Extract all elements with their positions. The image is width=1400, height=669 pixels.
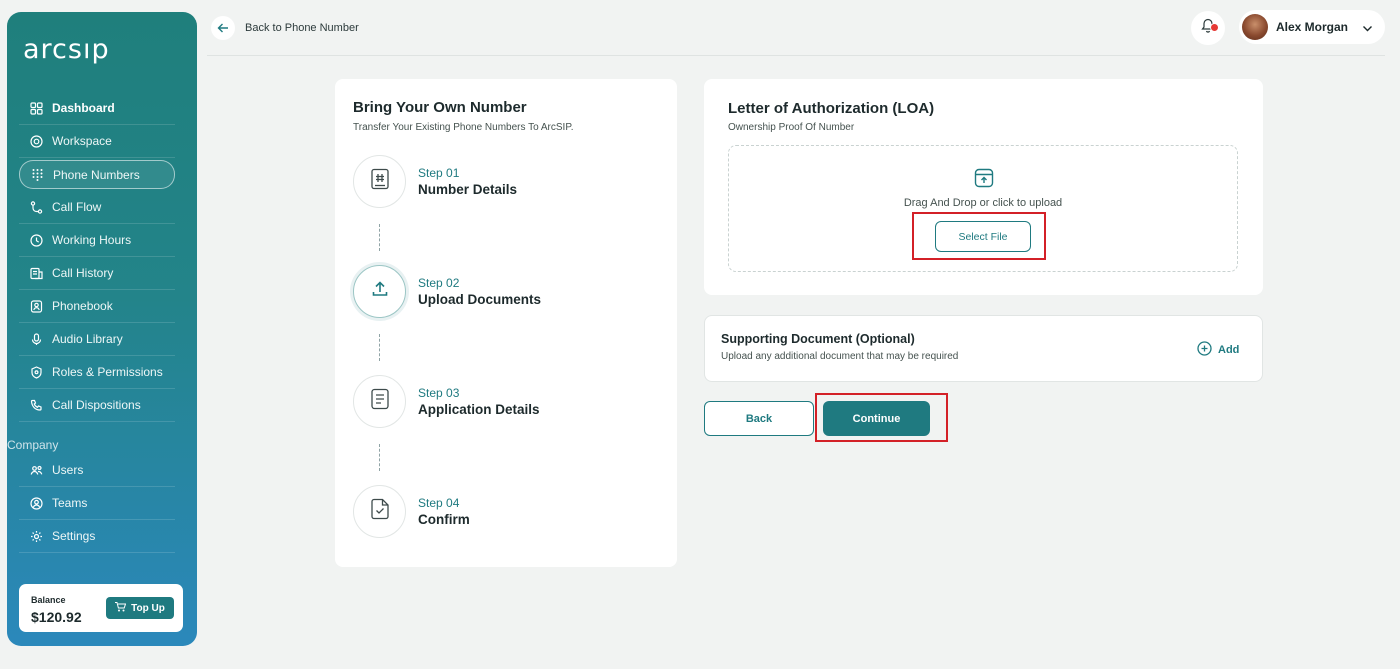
loa-title: Letter of Authorization (LOA) bbox=[728, 100, 935, 117]
loa-card: Letter of Authorization (LOA) Ownership … bbox=[704, 79, 1263, 295]
sidebar-item-label: Dashboard bbox=[52, 101, 115, 115]
shield-icon bbox=[29, 365, 43, 379]
workspace-icon bbox=[29, 134, 43, 148]
continue-highlight bbox=[815, 393, 948, 442]
upload-icon bbox=[371, 280, 389, 303]
sidebar-item-label: Call Flow bbox=[52, 200, 102, 214]
sidebar-item-dashboard[interactable]: Dashboard bbox=[19, 92, 175, 125]
top-up-label: Top Up bbox=[131, 602, 165, 614]
back-button[interactable]: Back bbox=[704, 401, 814, 436]
step-name: Confirm bbox=[418, 512, 470, 527]
dialpad-icon bbox=[30, 168, 44, 182]
dropzone-text: Drag And Drop or click to upload bbox=[903, 197, 1063, 209]
sidebar-item-call-dispositions[interactable]: Call Dispositions bbox=[19, 389, 175, 422]
hash-document-icon bbox=[370, 168, 390, 195]
dashboard-grid-icon bbox=[29, 101, 43, 115]
sidebar-item-call-flow[interactable]: Call Flow bbox=[19, 191, 175, 224]
sidebar-item-label: Call History bbox=[52, 266, 114, 280]
chevron-down-icon bbox=[1362, 21, 1373, 39]
sidebar-item-label: Teams bbox=[52, 496, 88, 510]
step-name: Upload Documents bbox=[418, 292, 542, 307]
sidebar-item-label: Call Dispositions bbox=[52, 398, 141, 412]
sidebar-item-label: Users bbox=[52, 463, 84, 477]
balance-label: Balance bbox=[31, 595, 66, 605]
plus-circle-icon bbox=[1197, 341, 1212, 359]
sidebar-item-label: Settings bbox=[52, 529, 96, 543]
notification-badge bbox=[1210, 23, 1219, 32]
top-up-button[interactable]: Top Up bbox=[106, 597, 174, 619]
flow-icon bbox=[29, 200, 43, 214]
step-circle bbox=[353, 155, 406, 208]
sidebar-item-label: Phone Numbers bbox=[53, 167, 140, 182]
sidebar-item-settings[interactable]: Settings bbox=[19, 520, 175, 553]
contact-book-icon bbox=[29, 299, 43, 313]
step-name: Application Details bbox=[418, 402, 540, 417]
loa-subtitle: Ownership Proof Of Number bbox=[728, 122, 855, 133]
step-name: Number Details bbox=[418, 182, 518, 197]
gear-icon bbox=[29, 529, 43, 543]
avatar bbox=[1242, 14, 1268, 40]
sidebar-item-working-hours[interactable]: Working Hours bbox=[19, 224, 175, 257]
step-upload-documents: Step 02 Upload Documents bbox=[353, 265, 653, 319]
sidebar-item-phonebook[interactable]: Phonebook bbox=[19, 290, 175, 323]
sidebar-item-label: Working Hours bbox=[52, 233, 132, 247]
step-connector bbox=[379, 334, 380, 361]
phone-icon bbox=[29, 398, 43, 412]
step-circle bbox=[353, 375, 406, 428]
step-application-details: Step 03 Application Details bbox=[353, 375, 653, 429]
history-icon bbox=[29, 266, 43, 280]
step-number: Step 01 bbox=[418, 166, 460, 180]
sidebar-item-workspace[interactable]: Workspace bbox=[19, 125, 175, 158]
document-check-icon bbox=[370, 498, 390, 525]
step-number: Step 02 bbox=[418, 276, 460, 290]
step-number: Step 04 bbox=[418, 496, 460, 510]
step-circle bbox=[353, 485, 406, 538]
step-number: Step 03 bbox=[418, 386, 460, 400]
arrow-left-icon bbox=[211, 16, 235, 40]
back-link-label: Back to Phone Number bbox=[245, 22, 359, 34]
clock-icon bbox=[29, 233, 43, 247]
add-supporting-document-button[interactable]: Add bbox=[1197, 341, 1239, 359]
back-to-phone-number-link[interactable]: Back to Phone Number bbox=[211, 16, 359, 40]
add-label: Add bbox=[1218, 344, 1240, 356]
sidebar-item-label: Roles & Permissions bbox=[52, 365, 163, 379]
sidebar-item-users[interactable]: Users bbox=[19, 454, 175, 487]
cart-icon bbox=[115, 601, 127, 615]
step-connector bbox=[379, 444, 380, 471]
sidebar-nav: Dashboard Workspace Phone Numbers Call F… bbox=[7, 92, 175, 553]
top-bar: Back to Phone Number Alex Morgan bbox=[207, 0, 1385, 56]
team-icon bbox=[29, 496, 43, 510]
supporting-subtitle: Upload any additional document that may … bbox=[721, 351, 959, 362]
sidebar-item-audio-library[interactable]: Audio Library bbox=[19, 323, 175, 356]
sidebar-item-label: Workspace bbox=[52, 134, 112, 148]
sidebar-item-roles-permissions[interactable]: Roles & Permissions bbox=[19, 356, 175, 389]
user-name: Alex Morgan bbox=[1276, 20, 1349, 34]
sidebar-item-label: Phonebook bbox=[52, 299, 113, 313]
document-icon bbox=[370, 388, 390, 415]
sidebar-item-call-history[interactable]: Call History bbox=[19, 257, 175, 290]
company-section-label: Company bbox=[7, 438, 59, 452]
user-menu[interactable]: Alex Morgan bbox=[1239, 10, 1385, 44]
page-subtitle: Transfer Your Existing Phone Numbers To … bbox=[353, 122, 574, 133]
sidebar-item-label: Audio Library bbox=[52, 332, 123, 346]
sidebar-item-phone-numbers[interactable]: Phone Numbers bbox=[19, 160, 175, 189]
upload-box-icon bbox=[974, 168, 994, 193]
select-file-highlight bbox=[912, 212, 1046, 260]
app-logo[interactable]: arcsıp bbox=[23, 34, 110, 65]
step-number-details: Step 01 Number Details bbox=[353, 155, 653, 209]
users-icon bbox=[29, 463, 43, 477]
microphone-icon bbox=[29, 332, 43, 346]
supporting-title: Supporting Document (Optional) bbox=[721, 332, 915, 346]
steps-card: Bring Your Own Number Transfer Your Exis… bbox=[335, 79, 677, 567]
supporting-document-card: Supporting Document (Optional) Upload an… bbox=[704, 315, 1263, 382]
step-connector bbox=[379, 224, 380, 251]
balance-card: Balance $120.92 Top Up bbox=[19, 584, 183, 632]
balance-value: $120.92 bbox=[31, 609, 82, 625]
step-confirm: Step 04 Confirm bbox=[353, 485, 653, 539]
sidebar: arcsıp Dashboard Workspace Phone Numbers… bbox=[7, 12, 197, 646]
step-circle-current bbox=[353, 265, 406, 318]
sidebar-item-teams[interactable]: Teams bbox=[19, 487, 175, 520]
page-title: Bring Your Own Number bbox=[353, 99, 527, 116]
notifications-button[interactable] bbox=[1191, 11, 1225, 45]
